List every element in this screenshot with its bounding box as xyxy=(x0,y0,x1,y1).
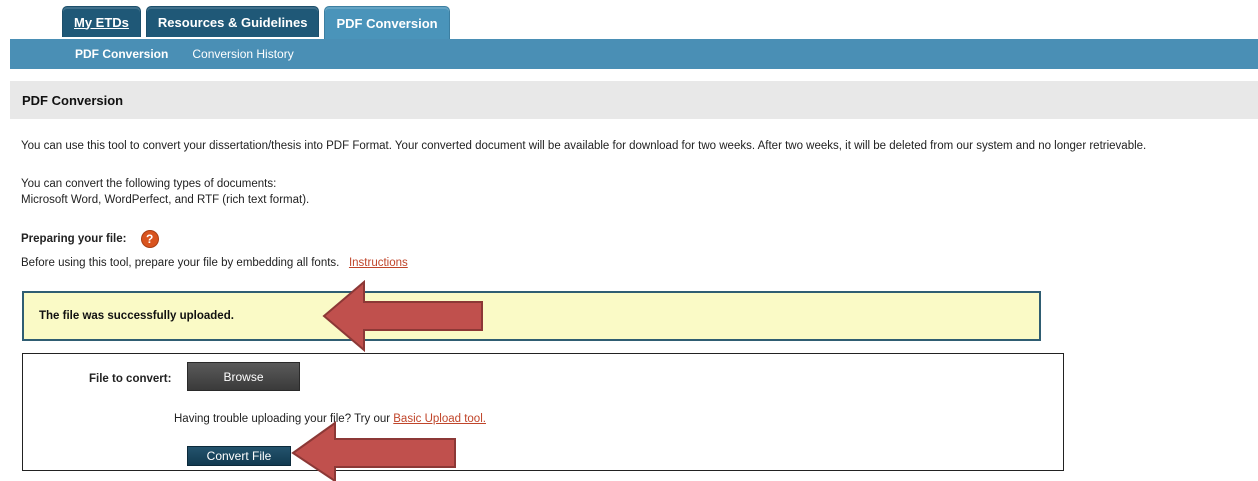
help-icon[interactable]: ? xyxy=(141,231,158,247)
intro-text: You can use this tool to convert your di… xyxy=(21,140,1147,152)
page-title: PDF Conversion xyxy=(22,92,124,108)
main-tabs: My ETDs Resources & Guidelines PDF Conve… xyxy=(62,6,450,39)
document-types-heading: You can convert the following types of d… xyxy=(21,178,277,190)
sub-navigation: PDF Conversion Conversion History xyxy=(10,39,1258,69)
convert-file-button[interactable]: Convert File xyxy=(187,446,291,466)
preparing-label-text: Preparing your file: xyxy=(21,233,127,246)
page-header: PDF Conversion xyxy=(10,81,1258,119)
preparing-file-label: Preparing your file: ? xyxy=(21,231,158,247)
instructions-link[interactable]: Instructions xyxy=(349,257,408,269)
subnav-conversion-history[interactable]: Conversion History xyxy=(192,47,293,61)
preparing-file-text: Before using this tool, prepare your fil… xyxy=(21,257,408,269)
tab-pdf-conversion[interactable]: PDF Conversion xyxy=(324,6,450,39)
success-notice: The file was successfully uploaded. xyxy=(22,291,1041,341)
subnav-pdf-conversion[interactable]: PDF Conversion xyxy=(75,47,168,61)
preparing-instruction: Before using this tool, prepare your fil… xyxy=(21,257,340,269)
upload-form: File to convert: Browse Having trouble u… xyxy=(22,353,1064,471)
tab-my-etds[interactable]: My ETDs xyxy=(62,6,141,37)
success-message: The file was successfully uploaded. xyxy=(39,310,234,322)
file-to-convert-label: File to convert: xyxy=(89,373,172,385)
arrow-annotation-icon xyxy=(291,421,456,481)
browse-button[interactable]: Browse xyxy=(187,362,300,391)
tab-resources-guidelines[interactable]: Resources & Guidelines xyxy=(145,6,320,37)
arrow-annotation-icon xyxy=(322,280,483,352)
document-types-list: Microsoft Word, WordPerfect, and RTF (ri… xyxy=(21,194,310,206)
